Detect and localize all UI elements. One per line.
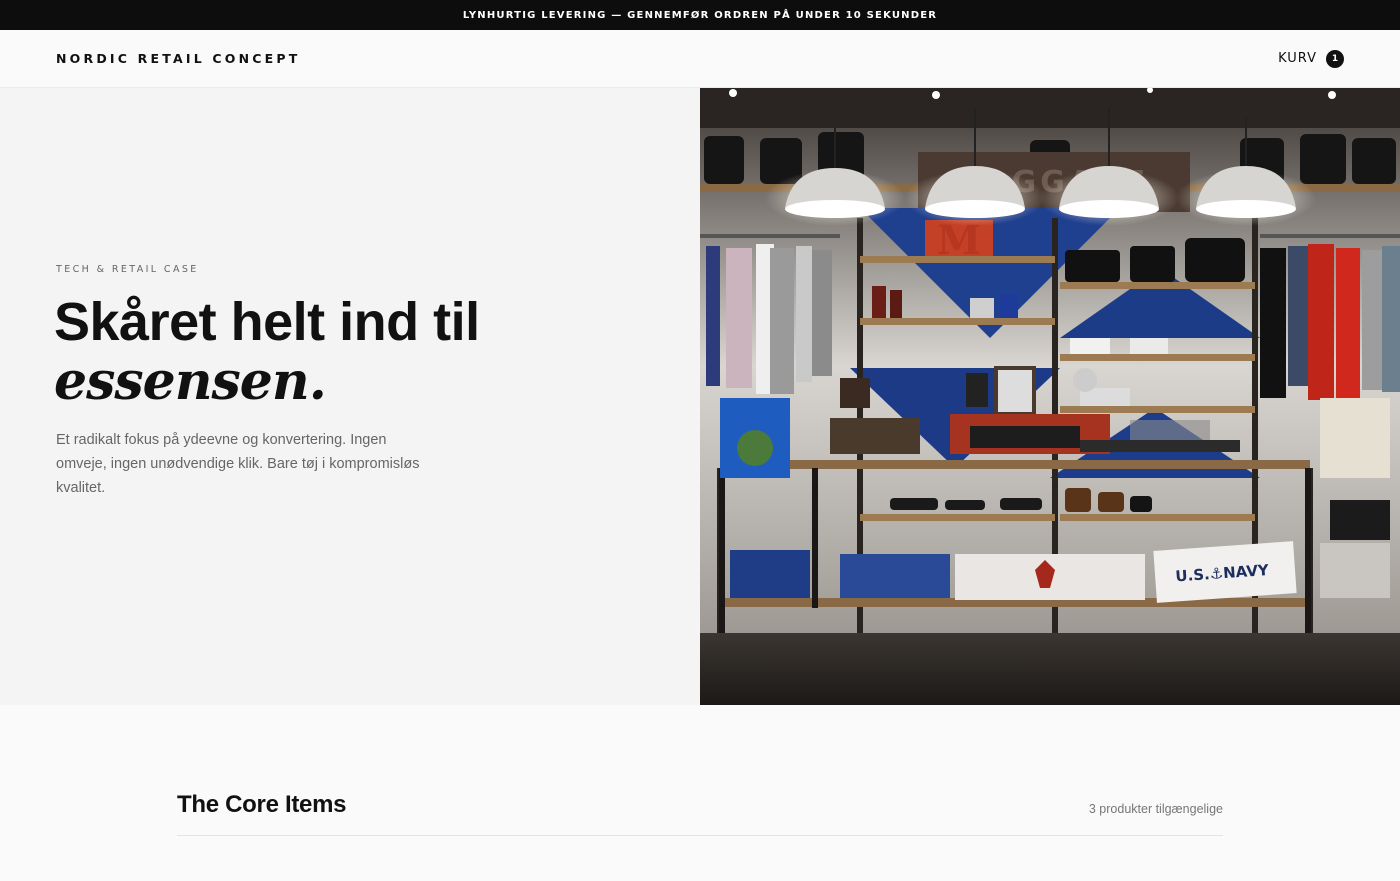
core-items-section: The Core Items 3 produkter tilgængelige [0, 705, 1400, 881]
cart-button[interactable]: KURV 1 [1278, 49, 1344, 68]
hero-text-panel: TECH & RETAIL CASE Skåret helt ind til e… [0, 88, 700, 705]
announcement-text: LYNHURTIG LEVERING — GENNEMFØR ORDREN PÅ… [462, 9, 938, 21]
hero-lede: Et radikalt fokus på ydeevne og konverte… [56, 432, 420, 496]
hero-headline: Skåret helt ind til essensen. [54, 292, 480, 412]
hero-section: TECH & RETAIL CASE Skåret helt ind til e… [0, 88, 1400, 705]
store-interior-illustration: SAGGAGE M [700, 88, 1400, 705]
cart-count-badge: 1 [1326, 49, 1344, 68]
product-count: 3 produkter tilgængelige [1088, 802, 1223, 816]
hero-eyebrow: TECH & RETAIL CASE [56, 264, 199, 275]
hero-headline-line1: Skåret helt ind til [54, 292, 480, 352]
hero-headline-line2: essensen. [54, 351, 327, 412]
announcement-bar: LYNHURTIG LEVERING — GENNEMFØR ORDREN PÅ… [0, 0, 1400, 30]
site-header: NORDIC RETAIL CONCEPT KURV 1 [0, 30, 1400, 88]
site-logo[interactable]: NORDIC RETAIL CONCEPT [56, 51, 301, 66]
section-divider [177, 835, 1223, 836]
cart-label: KURV [1278, 51, 1317, 66]
hero-image: SAGGAGE M [700, 88, 1400, 705]
core-items-title: The Core Items [177, 791, 347, 818]
